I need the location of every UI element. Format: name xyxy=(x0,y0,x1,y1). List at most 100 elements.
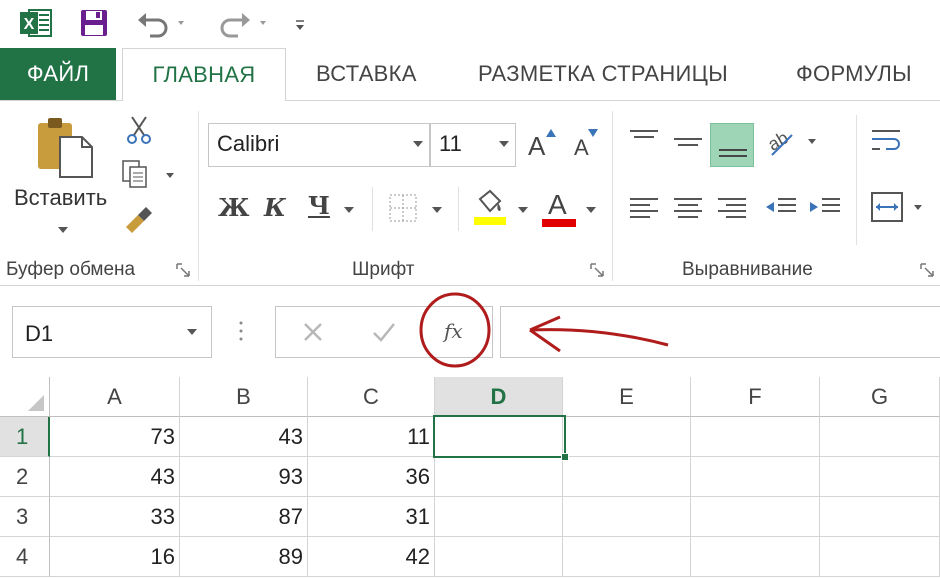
cell-f4[interactable] xyxy=(691,537,820,577)
align-middle-icon[interactable] xyxy=(672,125,704,157)
cell-a2[interactable]: 43 xyxy=(50,457,180,497)
cell-e4[interactable] xyxy=(563,537,691,577)
customize-qat-icon[interactable] xyxy=(290,4,310,42)
increase-font-button[interactable]: A xyxy=(528,127,558,163)
fill-color-dropdown-icon[interactable] xyxy=(518,207,528,213)
column-header-f[interactable]: F xyxy=(691,377,820,417)
decrease-font-letter: A xyxy=(574,135,589,160)
cell-b1[interactable]: 43 xyxy=(180,417,308,457)
cell-a1[interactable]: 73 xyxy=(50,417,180,457)
group-separator xyxy=(612,111,613,281)
align-top-icon[interactable] xyxy=(628,125,660,157)
cell-c1[interactable]: 11 xyxy=(308,417,435,457)
cell-f3[interactable] xyxy=(691,497,820,537)
cell-g2[interactable] xyxy=(820,457,940,497)
decrease-indent-icon[interactable] xyxy=(764,193,798,225)
chevron-down-icon xyxy=(413,141,423,147)
paste-label: Вставить xyxy=(14,185,108,210)
cell-a3[interactable]: 33 xyxy=(50,497,180,537)
column-header-a[interactable]: A xyxy=(50,377,180,417)
underline-dropdown-icon[interactable] xyxy=(344,207,354,213)
row-header-2[interactable]: 2 xyxy=(0,457,50,497)
font-name-value: Calibri xyxy=(217,131,280,156)
font-color-button[interactable]: A xyxy=(542,189,578,227)
column-header-c[interactable]: C xyxy=(308,377,435,417)
underline-button[interactable]: Ч xyxy=(308,191,330,220)
name-box[interactable]: D1 xyxy=(12,306,212,358)
cut-icon[interactable] xyxy=(124,115,154,145)
tab-insert[interactable]: ВСТАВКА xyxy=(316,48,417,100)
cell-e2[interactable] xyxy=(563,457,691,497)
cell-b2[interactable]: 93 xyxy=(180,457,308,497)
clipboard-paste-icon xyxy=(38,118,93,178)
worksheet-grid: ABCDEFG 1 73 43 11 2 43 93 36 3 33 87 31 4 16 89 42 xyxy=(0,377,940,578)
paste-dropdown-icon[interactable] xyxy=(58,227,68,233)
column-header-g[interactable]: G xyxy=(820,377,940,417)
tab-file[interactable]: ФАЙЛ xyxy=(0,48,116,100)
cell-d3[interactable] xyxy=(435,497,563,537)
cell-c2[interactable]: 36 xyxy=(308,457,435,497)
align-right-icon[interactable] xyxy=(716,193,748,225)
column-header-d[interactable]: D xyxy=(435,377,563,417)
increase-indent-icon[interactable] xyxy=(808,193,842,225)
triangle-up-icon xyxy=(546,129,556,137)
cell-c3[interactable]: 31 xyxy=(308,497,435,537)
cell-d2[interactable] xyxy=(435,457,563,497)
redo-icon[interactable] xyxy=(214,4,274,42)
group-separator xyxy=(198,111,199,281)
italic-button[interactable]: К xyxy=(264,193,286,222)
active-cell-border xyxy=(433,415,566,458)
wrap-text-icon[interactable] xyxy=(870,125,904,159)
ribbon-tabs: ФАЙЛ ГЛАВНАЯ ВСТАВКА РАЗМЕТКА СТРАНИЦЫ Ф… xyxy=(0,48,940,101)
font-color-dropdown-icon[interactable] xyxy=(586,207,596,213)
copy-icon[interactable] xyxy=(120,159,180,189)
quick-access-toolbar: X xyxy=(0,0,940,48)
column-header-b[interactable]: B xyxy=(180,377,308,417)
align-bottom-icon[interactable] xyxy=(710,123,754,167)
decrease-font-button[interactable]: A xyxy=(572,127,602,163)
align-center-icon[interactable] xyxy=(672,193,704,225)
formula-bar-grip-icon[interactable] xyxy=(238,319,244,343)
svg-text:X: X xyxy=(24,16,35,33)
merge-center-icon[interactable] xyxy=(870,191,930,225)
cancel-icon[interactable] xyxy=(302,321,324,343)
cell-a4[interactable]: 16 xyxy=(50,537,180,577)
cell-g3[interactable] xyxy=(820,497,940,537)
align-left-icon[interactable] xyxy=(628,193,660,225)
fill-color-icon[interactable] xyxy=(472,189,508,227)
paste-button[interactable]: Вставить xyxy=(10,115,114,245)
cell-b3[interactable]: 87 xyxy=(180,497,308,537)
cell-f1[interactable] xyxy=(691,417,820,457)
orientation-icon[interactable]: ab xyxy=(764,125,818,159)
cell-e1[interactable] xyxy=(563,417,691,457)
tab-page-layout[interactable]: РАЗМЕТКА СТРАНИЦЫ xyxy=(478,48,728,100)
cell-f2[interactable] xyxy=(691,457,820,497)
font-size-select[interactable]: 11 xyxy=(430,123,516,167)
cell-g4[interactable] xyxy=(820,537,940,577)
alignment-launcher-icon[interactable] xyxy=(920,263,934,277)
borders-dropdown-icon[interactable] xyxy=(432,207,442,213)
save-icon[interactable] xyxy=(76,4,112,42)
tab-home[interactable]: ГЛАВНАЯ xyxy=(122,48,286,101)
cell-b4[interactable]: 89 xyxy=(180,537,308,577)
clipboard-launcher-icon[interactable] xyxy=(176,263,190,277)
enter-icon[interactable] xyxy=(372,321,396,343)
select-all-corner[interactable] xyxy=(0,377,50,417)
font-launcher-icon[interactable] xyxy=(590,263,604,277)
cell-e3[interactable] xyxy=(563,497,691,537)
cell-c4[interactable]: 42 xyxy=(308,537,435,577)
fill-handle[interactable] xyxy=(561,453,569,461)
row-header-4[interactable]: 4 xyxy=(0,537,50,577)
format-painter-icon[interactable] xyxy=(122,201,156,235)
cell-d4[interactable] xyxy=(435,537,563,577)
excel-logo-icon: X xyxy=(18,4,54,42)
row-header-1[interactable]: 1 xyxy=(0,417,50,457)
column-header-e[interactable]: E xyxy=(563,377,691,417)
bold-button[interactable]: Ж xyxy=(218,193,250,222)
borders-icon[interactable] xyxy=(388,193,418,223)
font-name-select[interactable]: Calibri xyxy=(208,123,430,167)
row-header-3[interactable]: 3 xyxy=(0,497,50,537)
cell-g1[interactable] xyxy=(820,417,940,457)
undo-icon[interactable] xyxy=(132,4,192,42)
tab-formulas[interactable]: ФОРМУЛЫ xyxy=(796,48,912,100)
